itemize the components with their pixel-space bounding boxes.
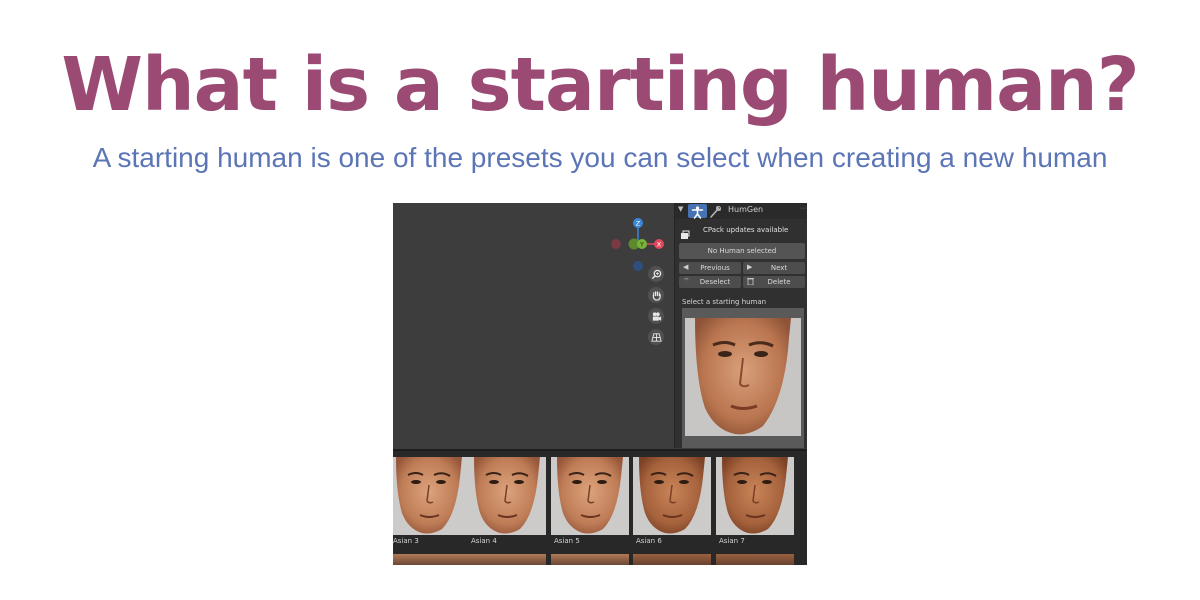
gallery-thumbnail-next-row[interactable] <box>551 554 629 565</box>
hand-pan-icon[interactable] <box>648 287 664 303</box>
grid-perspective-icon[interactable] <box>648 329 664 345</box>
cpack-update-notice[interactable]: CPack updates available <box>703 226 788 234</box>
x-negative-axis-icon <box>611 239 621 249</box>
gallery-thumbnail-label: Asian 6 <box>636 537 662 545</box>
z-axis-label: Z <box>636 220 641 228</box>
slide-subtitle: A starting human is one of the presets y… <box>92 142 1108 173</box>
next-arrow-icon: ▶ <box>747 263 753 271</box>
zoom-icon[interactable] <box>648 266 664 282</box>
humgen-sidebar-panel: ▼ HumGen ⋯ CPack updates available No Hu… <box>674 203 807 448</box>
gallery-thumbnail-label: Asian 4 <box>471 537 497 545</box>
gallery-thumbnail[interactable] <box>393 457 468 535</box>
gallery-thumbnail-label: Asian 5 <box>554 537 580 545</box>
human-status-text: No Human selected <box>707 247 777 255</box>
trash-icon <box>747 277 754 287</box>
gallery-thumbnail[interactable] <box>551 457 629 535</box>
starting-human-preview[interactable] <box>682 308 804 448</box>
gallery-thumbnail-next-row[interactable] <box>393 554 468 565</box>
preview-face-image <box>685 318 801 436</box>
human-status-field: No Human selected <box>679 243 805 259</box>
y-axis-label: Y <box>639 242 644 249</box>
collapse-arrow-icon[interactable]: ▼ <box>678 205 683 213</box>
gallery-thumbnail-label: Asian 7 <box>719 537 745 545</box>
slide-title: What is a starting human? <box>61 42 1139 128</box>
next-button[interactable]: ▶ Next <box>743 262 805 274</box>
panel-header: ▼ HumGen ⋯ <box>675 203 807 219</box>
starting-human-gallery[interactable]: Asian 3 Asian 4 Asian 5 Asian 6 Asian 7 <box>393 449 807 565</box>
deselect-button[interactable]: ⌔ Deselect <box>679 276 741 288</box>
3d-viewport[interactable]: Z Y X <box>393 203 673 448</box>
panel-tab-label: HumGen <box>728 205 764 214</box>
cursor-icon: ⌔ <box>683 277 690 285</box>
gallery-thumbnail[interactable] <box>468 457 546 535</box>
previous-button[interactable]: ◀ Previous <box>679 262 741 274</box>
gallery-thumbnail-next-row[interactable] <box>633 554 711 565</box>
tools-tab-icon[interactable] <box>709 204 722 218</box>
gallery-thumbnail-label: Asian 3 <box>393 537 419 545</box>
navigation-gizmo[interactable]: Z Y X <box>608 211 668 271</box>
gallery-thumbnail-next-row[interactable] <box>468 554 546 565</box>
previous-arrow-icon: ◀ <box>683 263 689 271</box>
starting-human-section-label: Select a starting human <box>682 298 767 306</box>
human-figure-tab-icon[interactable] <box>688 204 707 219</box>
gallery-thumbnail-next-row[interactable] <box>716 554 794 565</box>
x-axis-label: X <box>657 241 662 249</box>
gallery-thumbnail[interactable] <box>633 457 711 535</box>
camera-icon[interactable] <box>648 308 664 324</box>
update-package-icon <box>680 225 690 239</box>
delete-button[interactable]: Delete <box>743 276 805 288</box>
drag-handle-icon[interactable]: ⋯ <box>800 205 806 212</box>
z-negative-axis-icon <box>633 261 643 271</box>
gallery-thumbnail[interactable] <box>716 457 794 535</box>
blender-screenshot: Z Y X ▼ HumGen ⋯ CPack updates available… <box>393 203 807 565</box>
